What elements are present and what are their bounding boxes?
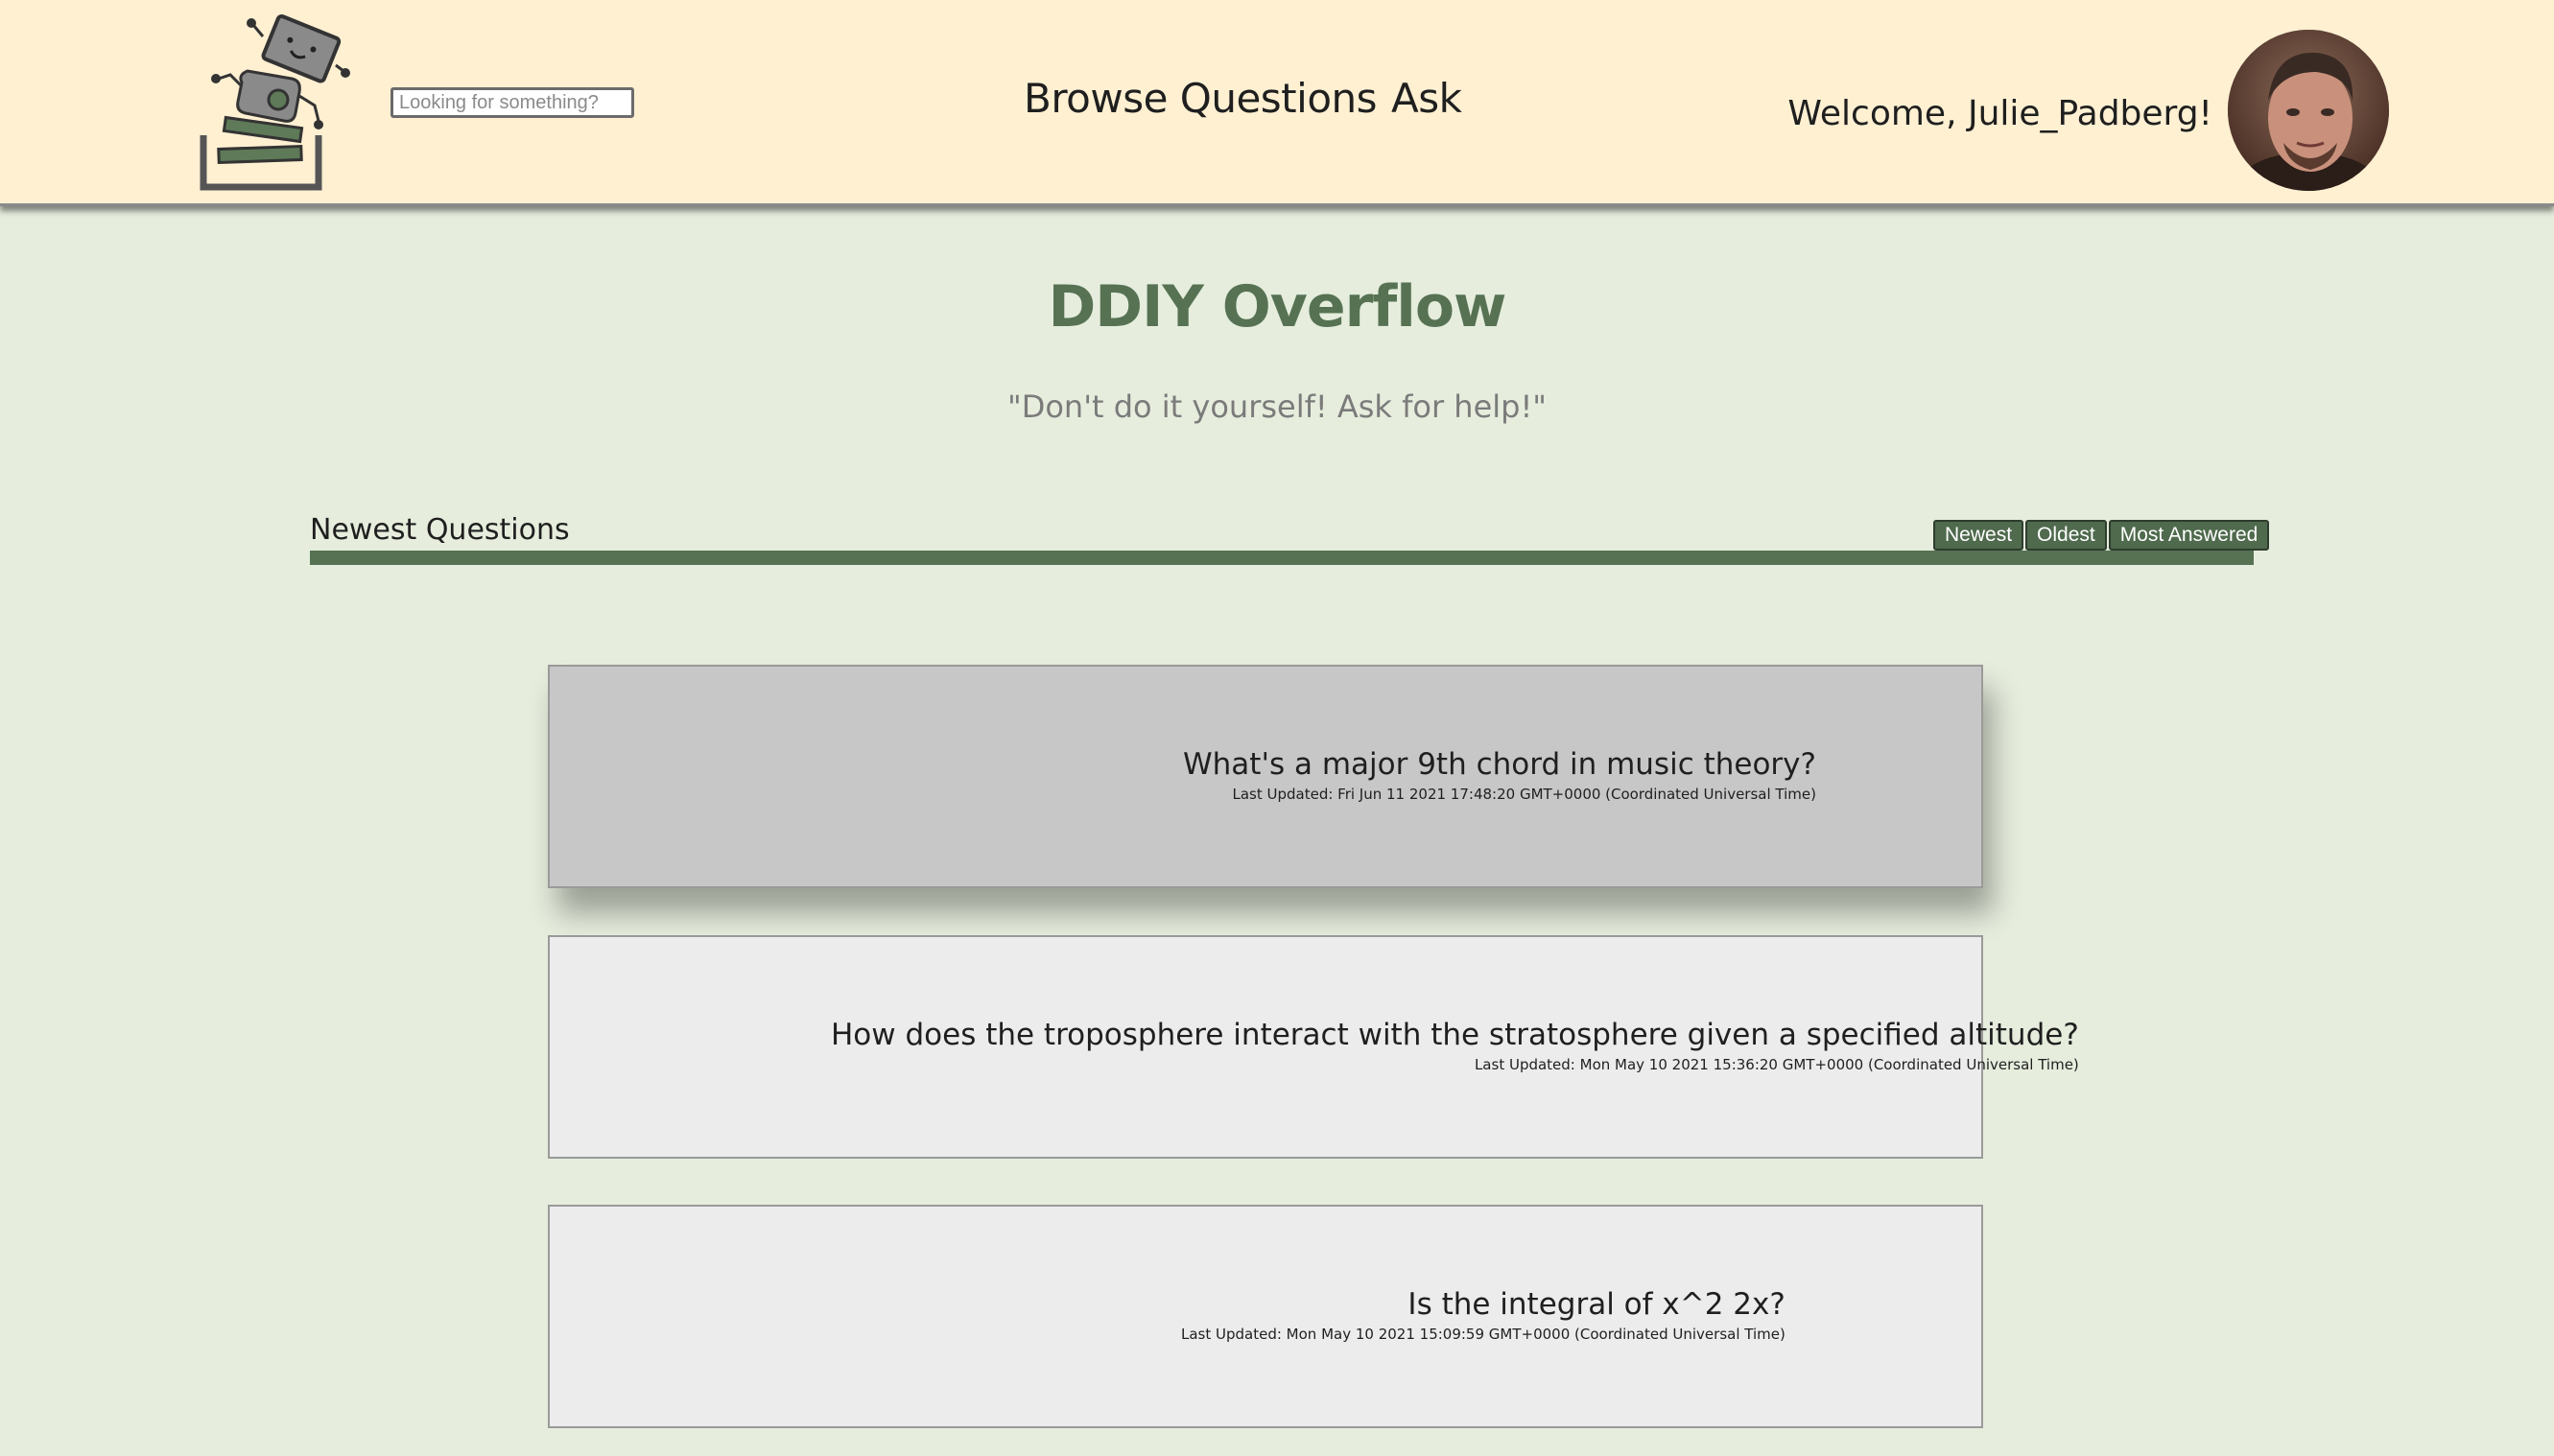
nav-ask[interactable]: Ask (1391, 75, 1462, 122)
question-title[interactable]: How does the troposphere interact with t… (831, 1018, 2079, 1052)
sort-newest-button[interactable]: Newest (1933, 520, 2024, 551)
question-last-updated: Last Updated: Fri Jun 11 2021 17:48:20 G… (1232, 786, 1816, 803)
question-last-updated: Last Updated: Mon May 10 2021 15:36:20 G… (1474, 1056, 2079, 1073)
robot-logo-icon[interactable] (192, 8, 360, 195)
question-card[interactable]: Is the integral of x^2 2x? Last Updated:… (548, 1205, 1983, 1428)
question-title[interactable]: Is the integral of x^2 2x? (1181, 1287, 1785, 1322)
site-header: Browse Questions Ask Welcome, Julie_Padb… (0, 0, 2554, 206)
user-avatar[interactable] (2228, 30, 2389, 191)
question-title[interactable]: What's a major 9th chord in music theory… (1183, 747, 1816, 782)
welcome-message: Welcome, Julie_Padberg! (1787, 94, 2212, 133)
question-card[interactable]: How does the troposphere interact with t… (548, 935, 2079, 1159)
section-title: Newest Questions (310, 513, 570, 547)
sort-oldest-button[interactable]: Oldest (2025, 520, 2107, 551)
nav-browse-questions[interactable]: Browse Questions (1024, 75, 1378, 122)
sort-buttons: Newest Oldest Most Answered (1933, 520, 2271, 551)
question-card[interactable]: What's a major 9th chord in music theory… (548, 665, 1983, 888)
site-title: DDIY Overflow (1048, 273, 1507, 341)
search-input[interactable] (390, 87, 634, 118)
question-last-updated: Last Updated: Mon May 10 2021 15:09:59 G… (1181, 1326, 1785, 1343)
sort-most-answered-button[interactable]: Most Answered (2108, 520, 2270, 551)
site-tagline: "Don't do it yourself! Ask for help!" (1006, 388, 1548, 425)
section-divider (310, 551, 2254, 565)
